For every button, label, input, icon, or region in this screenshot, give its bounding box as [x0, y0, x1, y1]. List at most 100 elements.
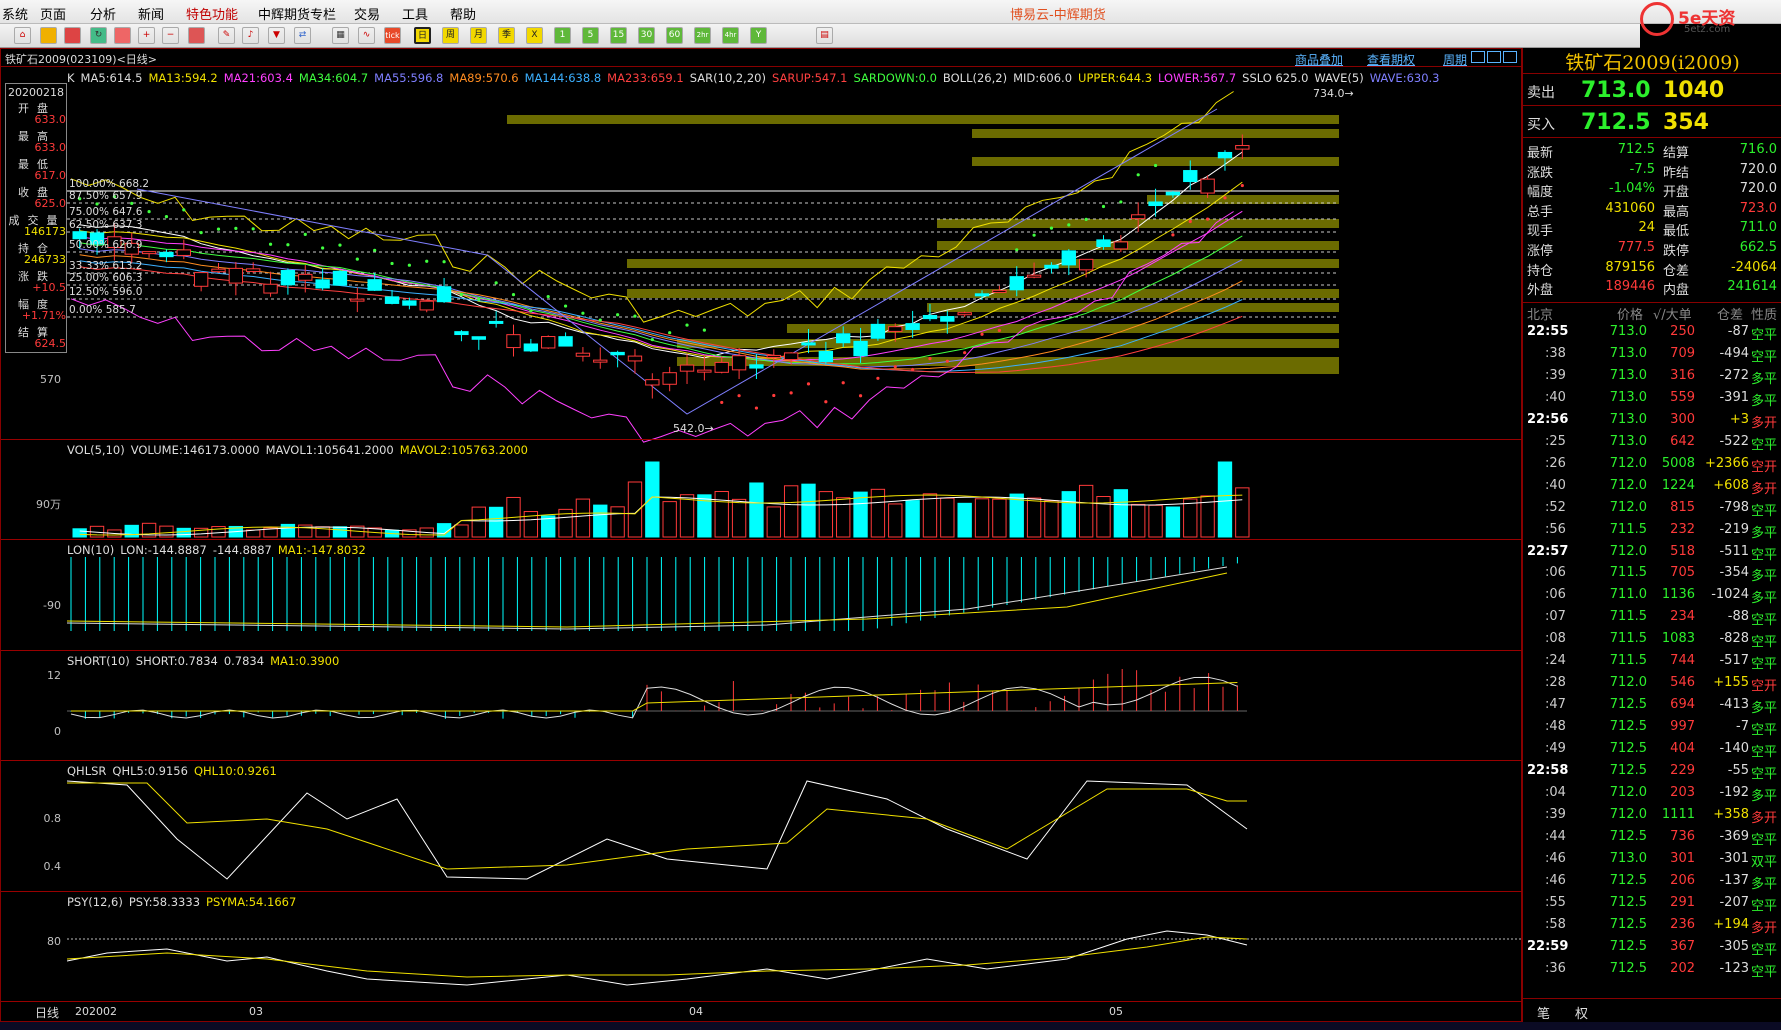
tick-row[interactable]: :47 712.5 694 -413 多平 — [1523, 695, 1781, 717]
link-icon[interactable]: ⇄ — [294, 27, 311, 44]
sar-dot — [1101, 204, 1106, 209]
filter-icon[interactable]: ▼ — [268, 27, 285, 44]
view-options-link[interactable]: 查看期权 — [1367, 51, 1415, 68]
period-day-button[interactable]: 日 — [414, 27, 431, 44]
home-icon[interactable]: ⌂ — [14, 27, 31, 44]
tick-row[interactable]: :49 712.5 404 -140 空平 — [1523, 739, 1781, 761]
tick-row[interactable]: :55 712.5 291 -207 空平 — [1523, 893, 1781, 915]
period-5min-button[interactable]: 5 — [582, 27, 599, 44]
period-link[interactable]: 周期 — [1443, 51, 1467, 68]
menu-page[interactable]: 页面 — [40, 4, 66, 23]
tick-row[interactable]: :06 711.5 705 -354 多平 — [1523, 563, 1781, 585]
tick-row[interactable]: :46 712.5 206 -137 多平 — [1523, 871, 1781, 893]
tick-row[interactable]: :26 712.0 5008 +2366 空开 — [1523, 454, 1781, 476]
tick-row[interactable]: :56 711.5 232 -219 多平 — [1523, 520, 1781, 542]
period-30min-button[interactable]: 30 — [638, 27, 655, 44]
menu-analysis[interactable]: 分析 — [90, 4, 116, 23]
chart-area[interactable]: 铁矿石2009(023109)<日线> 商品叠加 查看期权 周期 K MA5:61… — [0, 48, 1523, 1022]
period-x-button[interactable]: X — [526, 27, 543, 44]
tick-row[interactable]: :39 712.0 1111 +358 多开 — [1523, 805, 1781, 827]
quote-l1: 涨跌 — [1527, 165, 1554, 181]
short-chart — [67, 669, 1247, 719]
tick-row[interactable]: :58 712.5 236 +194 多开 — [1523, 915, 1781, 937]
tick-row[interactable]: :28 712.0 546 +155 空开 — [1523, 673, 1781, 695]
calendar-icon[interactable]: ▤ — [816, 27, 833, 44]
candle-body — [1165, 191, 1181, 196]
tick-row[interactable]: :46 713.0 301 -301 双平 — [1523, 849, 1781, 871]
tick-row[interactable]: :36 712.5 202 -123 空平 — [1523, 959, 1781, 981]
period-week-button[interactable]: 周 — [442, 27, 459, 44]
draw-icon[interactable]: ✎ — [218, 27, 235, 44]
ask-price[interactable]: 713.0 — [1581, 78, 1651, 103]
fib-level-label: 87.50% 657.9 — [69, 190, 143, 202]
report-icon[interactable] — [64, 27, 81, 44]
tick-row[interactable]: :08 711.5 1083 -828 空平 — [1523, 629, 1781, 651]
tick-row[interactable]: :44 712.5 736 -369 空平 — [1523, 827, 1781, 849]
tick-row[interactable]: 22:55 713.0 250 -87 空平 — [1523, 322, 1781, 344]
ohlc-value: 146173 — [24, 225, 66, 238]
sar-dot — [182, 208, 186, 212]
zoom-in-icon[interactable]: + — [138, 27, 155, 44]
tick-nature: 空平 — [1751, 898, 1778, 914]
tick-button[interactable]: tick — [384, 27, 401, 44]
window-restore-icon[interactable] — [1487, 51, 1501, 63]
period-60min-button[interactable]: 60 — [666, 27, 683, 44]
overlay-commodity-link[interactable]: 商品叠加 — [1295, 51, 1343, 68]
menu-features[interactable]: 特色功能 — [186, 4, 238, 23]
period-year-button[interactable]: Y — [750, 27, 767, 44]
menu-tools[interactable]: 工具 — [402, 4, 428, 23]
tick-row[interactable]: :38 713.0 709 -494 空平 — [1523, 344, 1781, 366]
alert-icon[interactable] — [188, 27, 205, 44]
tick-time: 22:55 — [1527, 324, 1569, 339]
window-tile-icon[interactable] — [1471, 51, 1485, 63]
tick-row[interactable]: :48 712.5 997 -7 空平 — [1523, 717, 1781, 739]
zoom-out-icon[interactable]: − — [162, 27, 179, 44]
tick-row[interactable]: :24 711.5 744 -517 空平 — [1523, 651, 1781, 673]
tick-row[interactable]: :39 713.0 316 -272 多平 — [1523, 366, 1781, 388]
tick-row[interactable]: :52 712.0 815 -798 空平 — [1523, 498, 1781, 520]
period-month-button[interactable]: 月 — [470, 27, 487, 44]
refresh-icon[interactable]: ↻ — [90, 27, 107, 44]
tick-time: :25 — [1545, 433, 1566, 449]
tick-row[interactable]: :25 713.0 642 -522 空平 — [1523, 432, 1781, 454]
period-quarter-button[interactable]: 季 — [498, 27, 515, 44]
folder-icon[interactable] — [40, 27, 57, 44]
tick-row[interactable]: 22:56 713.0 300 +3 多开 — [1523, 410, 1781, 432]
period-15min-button[interactable]: 15 — [610, 27, 627, 44]
tick-row[interactable]: 22:58 712.5 229 -55 空平 — [1523, 761, 1781, 783]
tick-time: :44 — [1545, 828, 1566, 844]
menu-news[interactable]: 新闻 — [138, 4, 164, 23]
tick-row[interactable]: 22:59 712.5 367 -305 空平 — [1523, 937, 1781, 959]
sar-dot — [216, 227, 221, 231]
candlestick-chart[interactable] — [67, 89, 1523, 489]
legend-item: MA21:603.4 — [223, 71, 293, 85]
period-2hr-button[interactable]: 2hr — [694, 27, 711, 44]
tab-ticks[interactable]: 笔 — [1537, 1003, 1550, 1022]
bell-icon[interactable]: ♪ — [242, 27, 259, 44]
tick-row[interactable]: :04 712.0 203 -192 多平 — [1523, 783, 1781, 805]
tick-row[interactable]: :06 711.0 1136 -1024 多平 — [1523, 585, 1781, 607]
bid-price[interactable]: 712.5 — [1581, 110, 1651, 135]
quote-v2: 711.0 — [1739, 220, 1777, 236]
menu-trade[interactable]: 交易 — [354, 4, 380, 23]
menu-system[interactable]: 系统 — [2, 4, 28, 23]
price-band — [627, 259, 1339, 268]
tick-row[interactable]: :40 712.0 1224 +608 多开 — [1523, 476, 1781, 498]
tick-row[interactable]: :40 713.0 559 -391 多平 — [1523, 388, 1781, 410]
period-1min-button[interactable]: 1 — [554, 27, 571, 44]
tick-row[interactable]: 22:57 712.0 518 -511 空平 — [1523, 542, 1781, 564]
window-close-icon[interactable] — [1503, 51, 1517, 63]
candle-body — [888, 326, 903, 332]
period-4hr-button[interactable]: 4hr — [722, 27, 739, 44]
menu-broker-column[interactable]: 中辉期货专栏 — [258, 4, 336, 23]
tick-row[interactable]: :07 711.5 234 -88 空平 — [1523, 607, 1781, 629]
chart-icon[interactable]: ∿ — [358, 27, 375, 44]
app-window: 系统 页面 分析 新闻 特色功能 中辉期货专栏 交易 工具 帮助 博易云-中辉期… — [0, 0, 1781, 1030]
table-icon[interactable]: ▦ — [332, 27, 349, 44]
candle-body — [922, 315, 938, 320]
sar-dot — [824, 400, 828, 404]
tab-rights[interactable]: 权 — [1575, 1003, 1588, 1022]
tick-nature: 空平 — [1751, 767, 1778, 782]
window-icon[interactable] — [114, 27, 131, 44]
menu-help[interactable]: 帮助 — [450, 4, 476, 23]
